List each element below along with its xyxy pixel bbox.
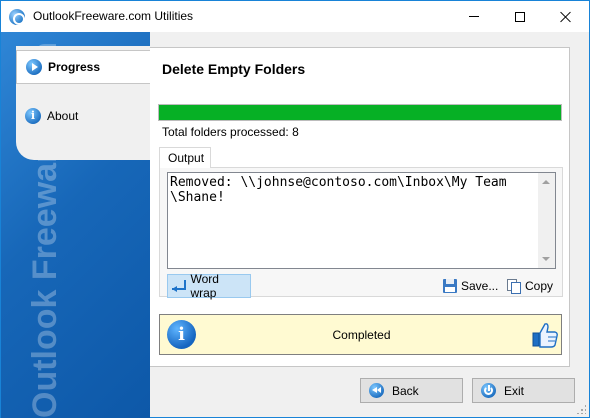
output-text: Removed: \\johnse@contoso.com\Inbox\My T… bbox=[170, 175, 507, 205]
power-icon bbox=[481, 383, 496, 398]
tab-output[interactable]: Output bbox=[159, 147, 211, 168]
minimize-icon bbox=[469, 16, 479, 17]
word-wrap-icon bbox=[172, 280, 187, 292]
window-title: OutlookFreeware.com Utilities bbox=[33, 9, 194, 23]
sidebar-item-label: About bbox=[47, 109, 79, 123]
minimize-button[interactable] bbox=[451, 1, 497, 32]
main-panel: Delete Empty Folders Total folders proce… bbox=[150, 47, 570, 367]
back-label: Back bbox=[392, 383, 419, 398]
page-title: Delete Empty Folders bbox=[162, 61, 306, 77]
progress-fill bbox=[159, 105, 561, 120]
info-icon: i bbox=[25, 108, 41, 124]
progress-bar bbox=[158, 104, 562, 121]
save-button[interactable]: Save... bbox=[439, 274, 502, 298]
exit-label: Exit bbox=[504, 383, 525, 398]
close-icon bbox=[560, 11, 572, 23]
scroll-up-arrow-icon[interactable] bbox=[542, 180, 550, 184]
maximize-icon bbox=[515, 11, 525, 22]
sidebar-item-about[interactable]: i About bbox=[16, 99, 150, 133]
scroll-down-arrow-icon[interactable] bbox=[542, 257, 550, 261]
output-textbox[interactable]: Removed: \\johnse@contoso.com\Inbox\My T… bbox=[167, 172, 556, 269]
exit-button[interactable]: Exit bbox=[472, 378, 575, 403]
save-label: Save... bbox=[461, 279, 499, 293]
word-wrap-label: Word wrap bbox=[190, 272, 219, 300]
copy-button[interactable]: Copy bbox=[503, 274, 557, 298]
title-bar: OutlookFreeware.com Utilities bbox=[1, 1, 589, 32]
status-panel: i Completed bbox=[159, 314, 562, 355]
back-icon bbox=[369, 383, 384, 398]
close-button[interactable] bbox=[543, 1, 589, 32]
sidebar-item-progress[interactable]: Progress bbox=[16, 50, 150, 84]
thumbs-up-icon bbox=[532, 323, 558, 348]
resize-grip[interactable] bbox=[576, 404, 586, 414]
app-logo-icon bbox=[9, 9, 25, 25]
output-tab-panel: Removed: \\johnse@contoso.com\Inbox\My T… bbox=[159, 167, 563, 300]
status-text: Completed bbox=[332, 328, 391, 342]
sidebar: Outlook Freeware .com Progress i About bbox=[1, 32, 150, 418]
word-wrap-button[interactable]: Word wrap bbox=[167, 272, 251, 300]
vertical-scrollbar[interactable] bbox=[538, 173, 555, 268]
sidebar-nav: Progress i About bbox=[16, 46, 150, 160]
app-window: OutlookFreeware.com Utilities Outlook Fr… bbox=[0, 0, 590, 418]
sidebar-item-label: Progress bbox=[48, 60, 101, 74]
play-icon bbox=[26, 59, 42, 75]
copy-icon bbox=[507, 279, 521, 294]
back-button[interactable]: Back bbox=[360, 378, 463, 403]
copy-label: Copy bbox=[525, 279, 554, 293]
save-icon bbox=[443, 279, 457, 293]
maximize-button[interactable] bbox=[497, 1, 543, 32]
processed-count-text: Total folders processed: 8 bbox=[162, 125, 299, 139]
